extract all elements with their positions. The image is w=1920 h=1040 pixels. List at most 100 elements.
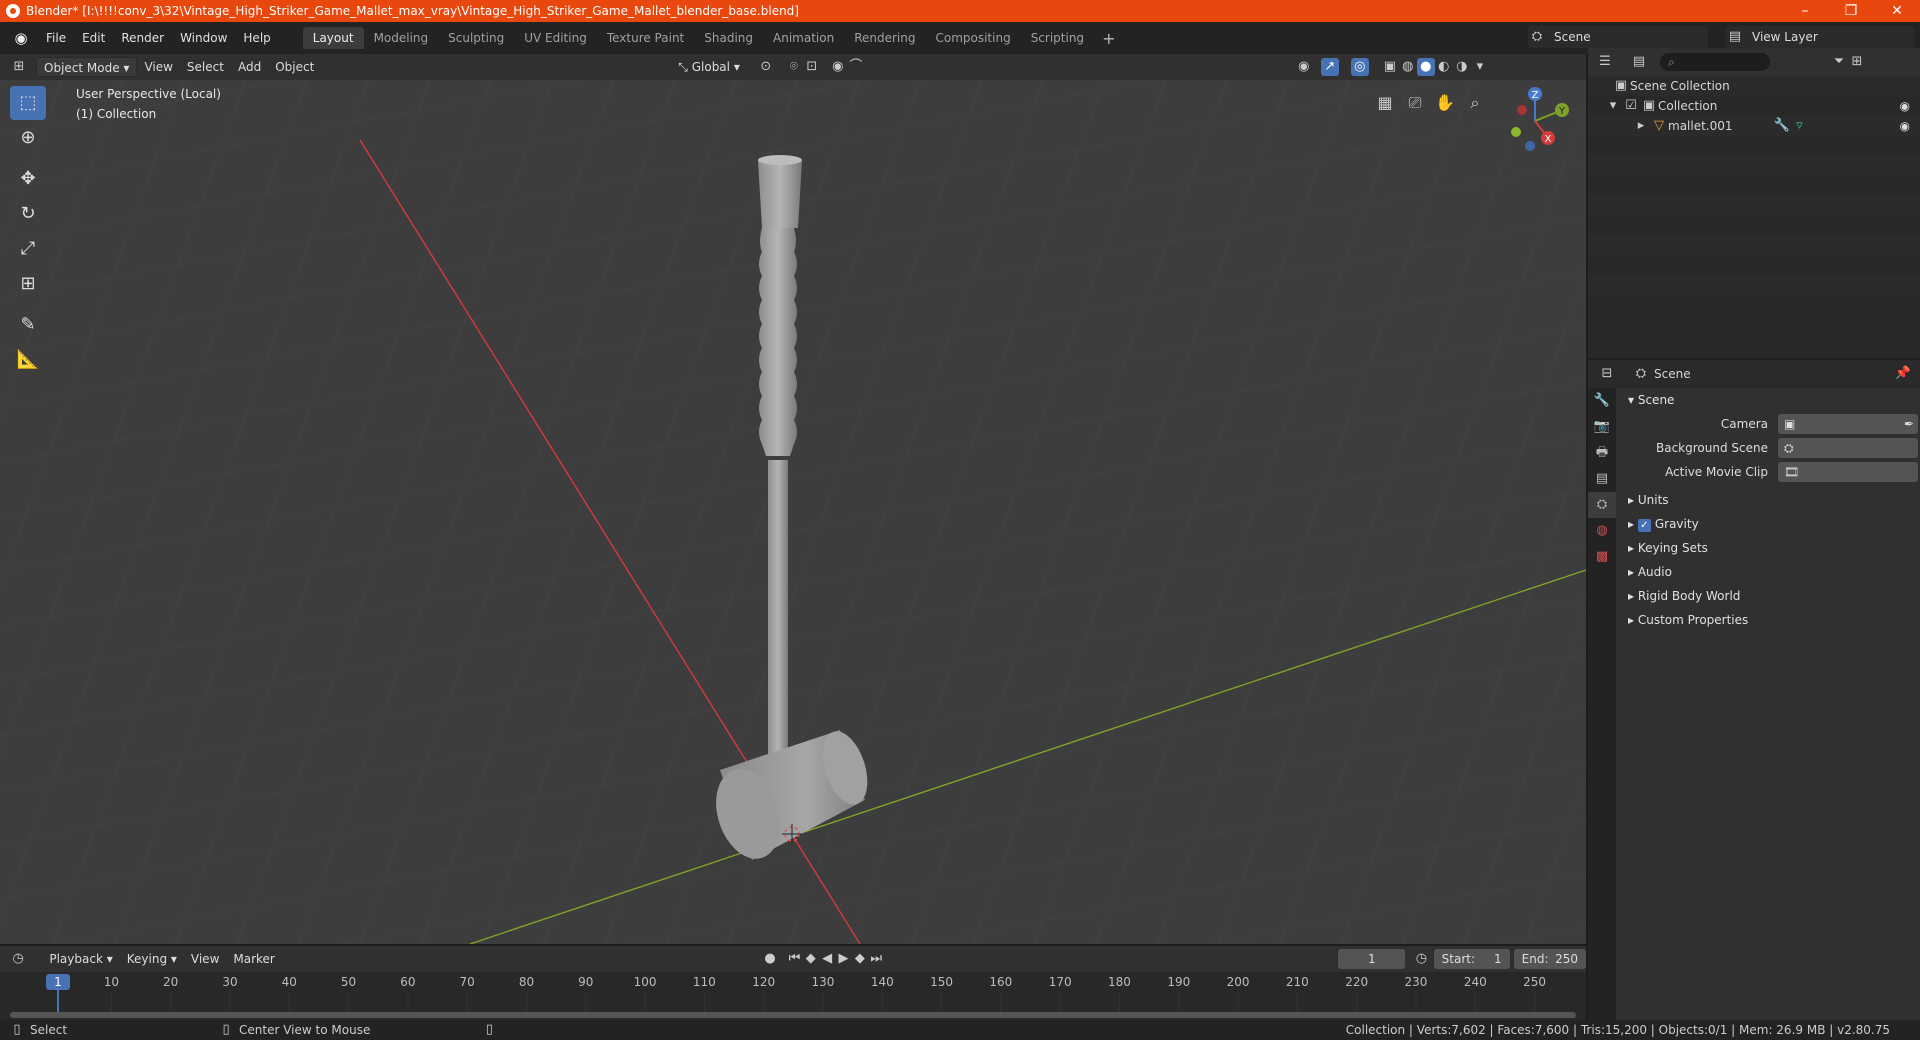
maximize-button[interactable]: ❐ [1828,0,1874,22]
snap-target-icon[interactable]: ⊡ [803,58,821,76]
tab-sculpting[interactable]: Sculpting [438,27,514,49]
marker-menu[interactable]: Marker [226,949,281,969]
view-layer-tab-icon[interactable]: ▤ [1588,466,1616,492]
background-scene-field[interactable]: ⛭ [1778,438,1918,458]
measure-tool[interactable]: 📐 [10,343,46,377]
zoom-icon[interactable]: ⌕ [1460,88,1490,118]
menu-help[interactable]: Help [235,26,278,50]
shading-options-icon[interactable]: ▾ [1471,58,1489,76]
menu-render[interactable]: Render [113,26,172,50]
tab-modeling[interactable]: Modeling [364,27,439,49]
annotate-tool[interactable]: ✎ [10,308,46,342]
mallet-row[interactable]: ▸ ▽ mallet.001 🔧 ▿ ◉ [1588,116,1920,136]
record-icon[interactable]: ● [762,950,778,968]
wireframe-shading-icon[interactable]: ◍ [1399,58,1417,76]
texture-tab-icon[interactable]: ▩ [1588,544,1616,570]
scene-tab-icon[interactable]: ⛭ [1588,492,1616,518]
filter-icon[interactable]: ⏷ [1830,53,1848,71]
tab-texture-paint[interactable]: Texture Paint [597,27,694,49]
timeline-scrollbar[interactable] [10,1012,1576,1018]
play-reverse-icon[interactable]: ◀ [819,950,835,968]
playback-menu[interactable]: Playback ▾ [42,949,119,969]
prev-keyframe-icon[interactable]: ◆ [803,950,819,968]
eye-icon[interactable]: ◉ [1900,96,1910,116]
ortho-toggle-icon[interactable]: ▦ [1370,88,1400,118]
expand-arrow-icon[interactable]: ▾ [1604,97,1622,115]
rotate-tool[interactable]: ↻ [10,197,46,231]
scene-collection-row[interactable]: ▣ Scene Collection [1588,76,1920,96]
render-tab-icon[interactable]: 📷 [1588,414,1616,440]
tab-rendering[interactable]: Rendering [844,27,925,49]
checkbox-icon[interactable]: ☑ [1622,97,1640,115]
solid-shading-icon[interactable]: ● [1416,58,1435,76]
tool-settings-tab-icon[interactable]: 🔧 [1588,388,1616,414]
pan-hand-icon[interactable]: ✋ [1430,88,1460,118]
snap-icon[interactable]: ⌾ [785,58,803,76]
units-panel-header[interactable]: ▸ Units [1618,488,1920,512]
gizmo-toggle-icon[interactable]: ↗ [1320,58,1339,76]
menu-window[interactable]: Window [172,26,235,50]
proportional-edit-icon[interactable]: ◉ [829,58,847,76]
outliner-editor-icon[interactable]: ☰ [1596,53,1614,71]
timeline-area[interactable]: 1 10 20 30 40 50 60 70 80 90 100 110 120 130 140 150 160… [0,972,1586,1020]
add-menu[interactable]: Add [231,57,268,77]
close-button[interactable]: ✕ [1874,0,1920,22]
outliner-search-input[interactable]: ⌕ [1660,53,1770,71]
navigation-gizmo[interactable]: Z Y X [1500,86,1570,156]
output-tab-icon[interactable]: 🖶 [1588,440,1616,466]
new-collection-icon[interactable]: ⊞ [1848,53,1866,71]
active-movie-clip-field[interactable]: 🎞 [1778,462,1918,482]
keying-menu[interactable]: Keying ▾ [120,949,184,969]
add-workspace-button[interactable]: + [1094,29,1123,48]
material-shading-icon[interactable]: ◐ [1435,58,1453,76]
editor-type-icon[interactable]: ⊞ [10,58,28,76]
eyedropper-icon[interactable]: ✒ [1904,417,1914,431]
collection-row[interactable]: ▾ ☑ ▣ Collection ◉ [1588,96,1920,116]
view-layer-selector[interactable]: ▤ View Layer [1726,26,1914,48]
tab-layout[interactable]: Layout [302,27,364,49]
visibility-icon[interactable]: ◉ [1295,58,1313,76]
display-mode-icon[interactable]: ▤ [1630,53,1648,71]
xray-icon[interactable]: ▣ [1381,58,1399,76]
gravity-panel-header[interactable]: ▸ ✓ Gravity [1618,512,1920,536]
cursor-tool[interactable]: ⊕ [10,121,46,155]
eye-icon[interactable]: ◉ [1900,116,1910,136]
menu-edit[interactable]: Edit [74,26,113,50]
select-menu[interactable]: Select [180,57,231,77]
gravity-checkbox[interactable]: ✓ [1637,519,1651,532]
minimize-button[interactable]: – [1782,0,1828,22]
menu-file[interactable]: File [38,26,74,50]
overlay-toggle-icon[interactable]: ◎ [1350,58,1369,76]
end-frame-field[interactable]: End: 250 [1513,949,1586,969]
keying-sets-panel-header[interactable]: ▸ Keying Sets [1618,536,1920,560]
tab-animation[interactable]: Animation [763,27,844,49]
tab-compositing[interactable]: Compositing [925,27,1020,49]
properties-editor-icon[interactable]: ⊟ [1598,365,1616,383]
jump-start-icon[interactable]: ⏮ [786,950,802,968]
transform-tool[interactable]: ⊞ [10,267,46,301]
start-frame-field[interactable]: Start: 1 [1433,949,1510,969]
object-menu[interactable]: Object [268,57,321,77]
jump-end-icon[interactable]: ⏭ [868,950,884,968]
tab-uv-editing[interactable]: UV Editing [514,27,597,49]
3d-viewport[interactable]: User Perspective (Local) (1) Collection … [0,80,1586,944]
blender-menu-icon[interactable]: ◉ [10,27,32,49]
orientation-dropdown[interactable]: ⤡ Global ▾ [671,57,747,77]
play-icon[interactable]: ▶ [835,950,851,968]
audio-panel-header[interactable]: ▸ Audio [1618,560,1920,584]
scene-selector[interactable]: ⛭ Scene [1528,26,1708,48]
world-tab-icon[interactable]: ◍ [1588,518,1616,544]
timeline-view-menu[interactable]: View [184,949,226,969]
scale-tool[interactable]: ⤢ [10,232,46,266]
custom-properties-panel-header[interactable]: ▸ Custom Properties [1618,608,1920,632]
tab-shading[interactable]: Shading [694,27,763,49]
clock-icon[interactable]: ◷ [1413,950,1429,968]
move-tool[interactable]: ✥ [10,162,46,196]
object-mode-dropdown[interactable]: Object Mode ▾ [36,57,138,77]
timeline-ruler[interactable]: 1 10 20 30 40 50 60 70 80 90 100 110 120 130 140 150 160… [0,972,1586,1020]
camera-field[interactable]: ▣ ✒ [1778,414,1918,434]
view-menu[interactable]: View [137,57,179,77]
rendered-shading-icon[interactable]: ◑ [1453,58,1471,76]
falloff-icon[interactable]: ⌒ [847,58,865,76]
collapse-arrow-icon[interactable]: ▸ [1632,117,1650,135]
